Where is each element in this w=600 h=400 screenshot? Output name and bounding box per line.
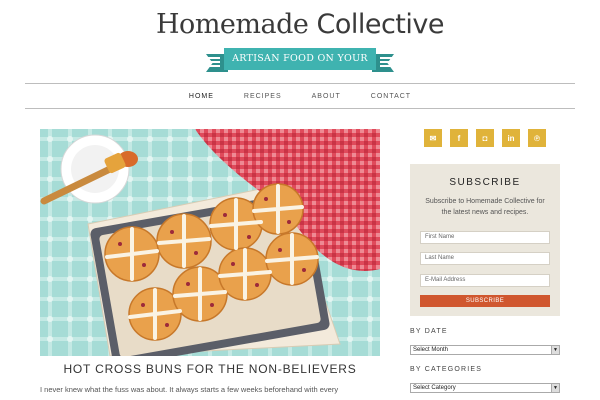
tagline-banner: ARTISAN FOOD ON YOUR FORK: [206, 48, 394, 86]
subscribe-widget: SUBSCRIBE Subscribe to Homemade Collecti…: [410, 164, 560, 316]
chevron-down-icon: ▼: [551, 384, 559, 392]
nav-rule-bottom: [25, 108, 575, 109]
email-icon[interactable]: ✉: [424, 129, 442, 147]
nav-item-home[interactable]: HOME: [189, 93, 214, 100]
subscribe-title: SUBSCRIBE: [449, 177, 521, 188]
site-logo[interactable]: Homemade Collective: [0, 8, 600, 42]
post-featured-image[interactable]: [40, 129, 380, 356]
main-nav: HOME RECIPES ABOUT CONTACT: [25, 85, 575, 107]
site-title-part1: Homemade: [156, 9, 309, 40]
pinterest-icon[interactable]: ℗: [528, 129, 546, 147]
by-date-heading: BY DATE: [410, 328, 448, 335]
email-field[interactable]: E-Mail Address: [420, 274, 550, 287]
month-select[interactable]: Select Month ▼: [410, 345, 560, 355]
last-name-field[interactable]: Last Name: [420, 252, 550, 265]
first-name-field[interactable]: First Name: [420, 231, 550, 244]
nav-rule-top: [25, 83, 575, 84]
nav-item-recipes[interactable]: RECIPES: [244, 93, 282, 100]
nav-item-contact[interactable]: CONTACT: [371, 93, 411, 100]
instagram-icon[interactable]: ◘: [476, 129, 494, 147]
fork-left-icon: [208, 57, 220, 69]
month-select-value: Select Month: [413, 347, 449, 353]
nav-item-about[interactable]: ABOUT: [312, 93, 341, 100]
subscribe-text: Subscribe to Homemade Collective for the…: [425, 198, 545, 216]
linkedin-icon[interactable]: in: [502, 129, 520, 147]
chevron-down-icon: ▼: [551, 346, 559, 354]
site-title-part2: Collective: [316, 9, 444, 40]
post-title[interactable]: HOT CROSS BUNS FOR THE NON-BELIEVERS: [40, 362, 380, 376]
tagline: ARTISAN FOOD ON YOUR FORK: [224, 48, 376, 86]
facebook-icon[interactable]: f: [450, 129, 468, 147]
category-select[interactable]: Select Category ▼: [410, 383, 560, 393]
fork-right-icon: [380, 57, 392, 69]
subscribe-button[interactable]: SUBSCRIBE: [420, 295, 550, 307]
category-select-value: Select Category: [413, 385, 456, 391]
social-icons: ✉ f ◘ in ℗: [424, 129, 546, 147]
by-category-heading: BY CATEGORIES: [410, 366, 483, 373]
post-excerpt: I never knew what the fuss was about. It…: [40, 385, 339, 394]
site-title: Homemade Collective: [0, 8, 600, 42]
